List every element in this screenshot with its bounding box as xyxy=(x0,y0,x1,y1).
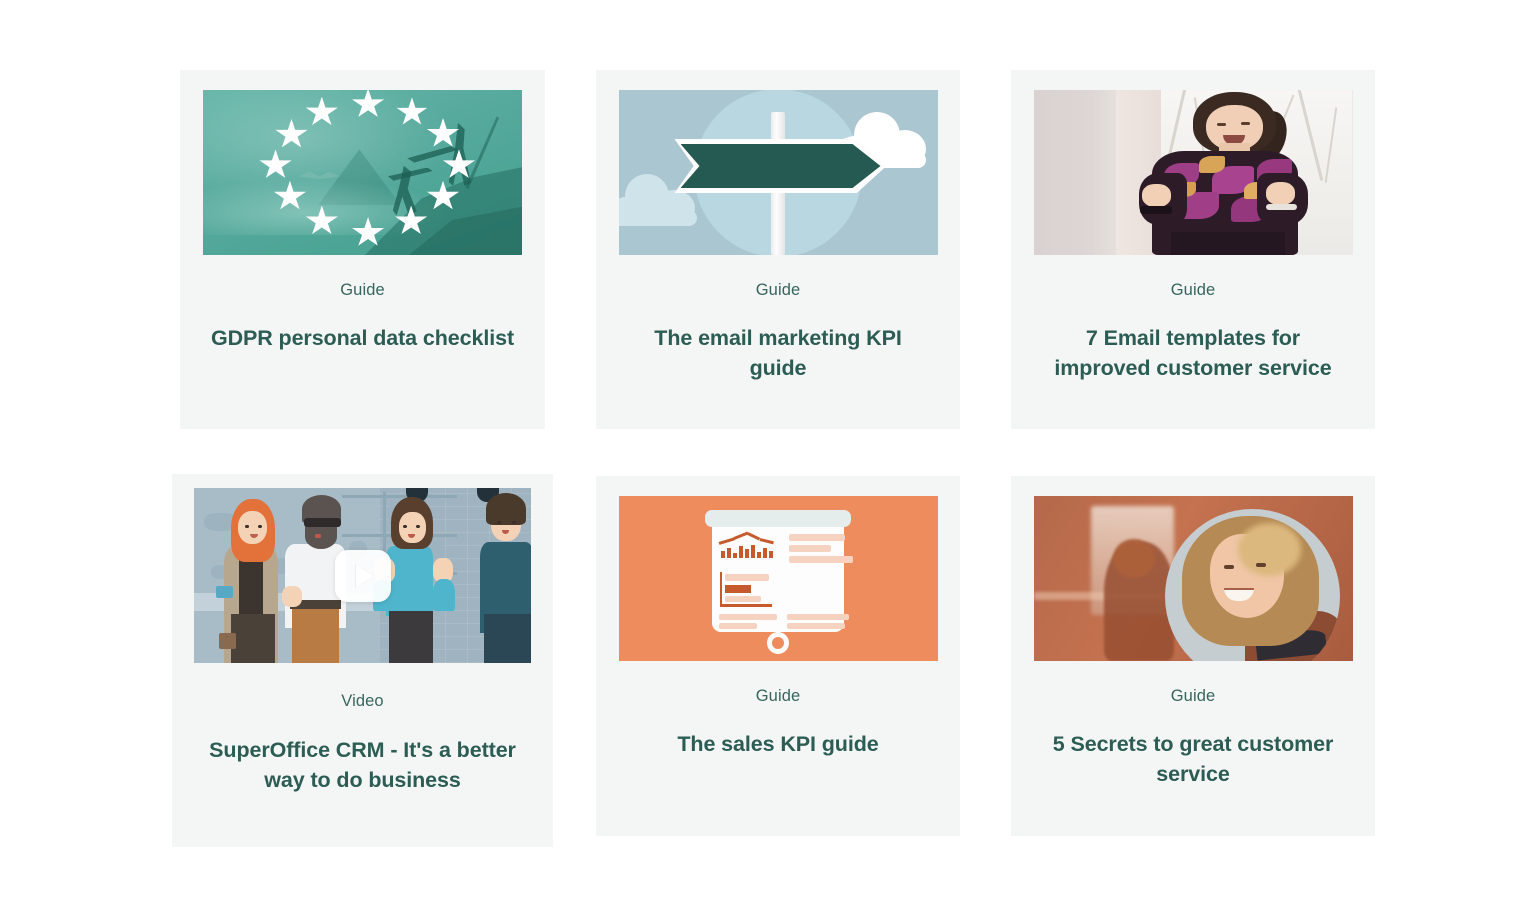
resource-card-sales-kpi-guide[interactable]: Guide The sales KPI guide xyxy=(596,476,960,836)
video-thumbnail-illustrated-team[interactable] xyxy=(194,488,531,663)
resource-card-email-marketing-kpi-guide[interactable]: Guide The email marketing KPI guide xyxy=(596,70,960,429)
resource-card-7-email-templates-customer-service[interactable]: Guide 7 Email templates for improved cus… xyxy=(1011,70,1375,429)
resource-card-superoffice-crm-video[interactable]: Video SuperOffice CRM - It's a better wa… xyxy=(172,474,553,847)
card-kicker: Guide xyxy=(755,687,801,705)
card-title: 7 Email templates for improved customer … xyxy=(1054,325,1332,381)
card-kicker: Guide xyxy=(1170,687,1216,705)
resource-card-5-secrets-great-customer-service[interactable]: Guide 5 Secrets to great customer servic… xyxy=(1011,476,1375,836)
eu-stars-climbers-image xyxy=(203,90,522,255)
play-icon[interactable] xyxy=(334,549,391,602)
card-title: GDPR personal data checklist xyxy=(210,325,515,350)
woman-smiling-photo xyxy=(1033,496,1353,661)
card-kicker: Guide xyxy=(1170,281,1216,299)
woman-cheering-photo xyxy=(1033,90,1353,255)
card-kicker: Video xyxy=(341,692,384,710)
card-kicker: Guide xyxy=(340,281,385,299)
card-title: 5 Secrets to great customer service xyxy=(1052,731,1334,787)
resource-card-grid: Guide GDPR personal data checklist Guide xyxy=(0,0,1539,918)
card-title: SuperOffice CRM - It's a better way to d… xyxy=(209,737,516,793)
card-title: The sales KPI guide xyxy=(677,731,879,756)
card-kicker: Guide xyxy=(755,281,801,299)
presentation-board-illustration xyxy=(618,496,938,661)
resource-card-gdpr-personal-data-checklist[interactable]: Guide GDPR personal data checklist xyxy=(180,70,545,429)
card-title: The email marketing KPI guide xyxy=(654,325,902,381)
signpost-illustration xyxy=(618,90,938,255)
